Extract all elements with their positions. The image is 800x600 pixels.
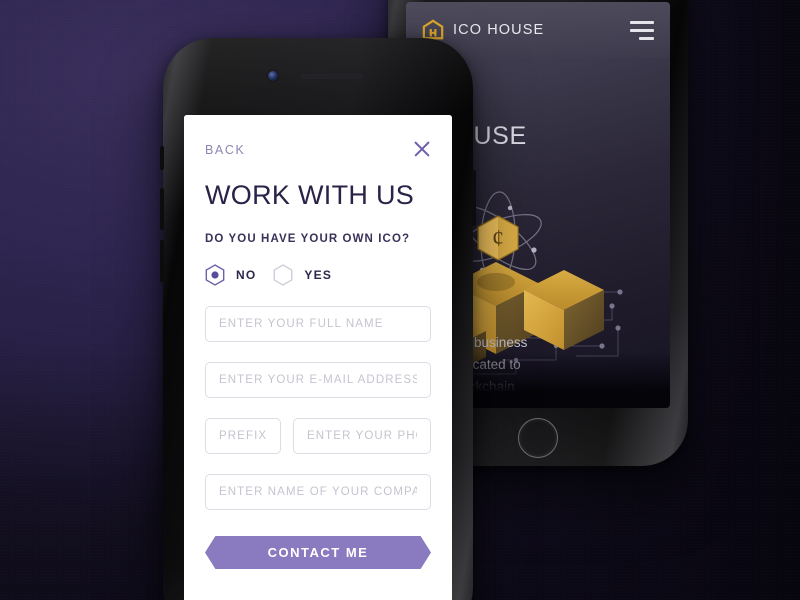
radio-option-no[interactable]: NO bbox=[205, 264, 256, 286]
form-header: BACK bbox=[205, 143, 431, 158]
submit-button-wrapper: CONTACT ME bbox=[205, 536, 431, 569]
company-name-input[interactable] bbox=[205, 474, 431, 510]
page-title: WORK WITH US bbox=[205, 180, 415, 210]
email-field[interactable] bbox=[205, 362, 431, 398]
power-button[interactable] bbox=[472, 170, 476, 226]
radio-label-no: NO bbox=[236, 268, 257, 282]
hexagon-radio-unselected-icon bbox=[274, 264, 293, 286]
volume-down-button[interactable] bbox=[160, 240, 164, 282]
hamburger-menu-icon[interactable] bbox=[630, 20, 654, 40]
back-button[interactable]: BACK bbox=[205, 143, 245, 157]
work-with-us-form-card: BACK WORK WITH US DO YOU HAVE YOUR OWN I… bbox=[184, 115, 452, 600]
front-camera-icon bbox=[268, 71, 278, 81]
earpiece-speaker bbox=[301, 74, 363, 79]
foreground-phone-mockup: BACK WORK WITH US DO YOU HAVE YOUR OWN I… bbox=[160, 38, 476, 600]
background-phone-brand: ICO HOUSE bbox=[453, 22, 545, 38]
background-phone-home-button[interactable] bbox=[518, 418, 558, 458]
foreground-phone-screen: BACK WORK WITH US DO YOU HAVE YOUR OWN I… bbox=[184, 115, 452, 600]
phone-number-input[interactable] bbox=[293, 418, 431, 454]
radio-label-yes: YES bbox=[304, 268, 333, 282]
contact-me-button[interactable]: CONTACT ME bbox=[205, 536, 431, 569]
phone-prefix-input[interactable] bbox=[205, 418, 281, 454]
radio-option-yes[interactable]: YES bbox=[273, 264, 332, 286]
mute-switch[interactable] bbox=[160, 146, 164, 170]
hexagon-radio-selected-icon bbox=[205, 264, 225, 286]
svg-text:¢: ¢ bbox=[492, 226, 504, 252]
ico-radio-group: NO YES bbox=[205, 264, 431, 286]
phone-number-row bbox=[205, 398, 431, 454]
volume-up-button[interactable] bbox=[160, 188, 164, 230]
ico-question-label: DO YOU HAVE YOUR OWN ICO? bbox=[205, 233, 411, 245]
full-name-input[interactable] bbox=[205, 306, 431, 342]
close-icon[interactable] bbox=[413, 140, 431, 158]
